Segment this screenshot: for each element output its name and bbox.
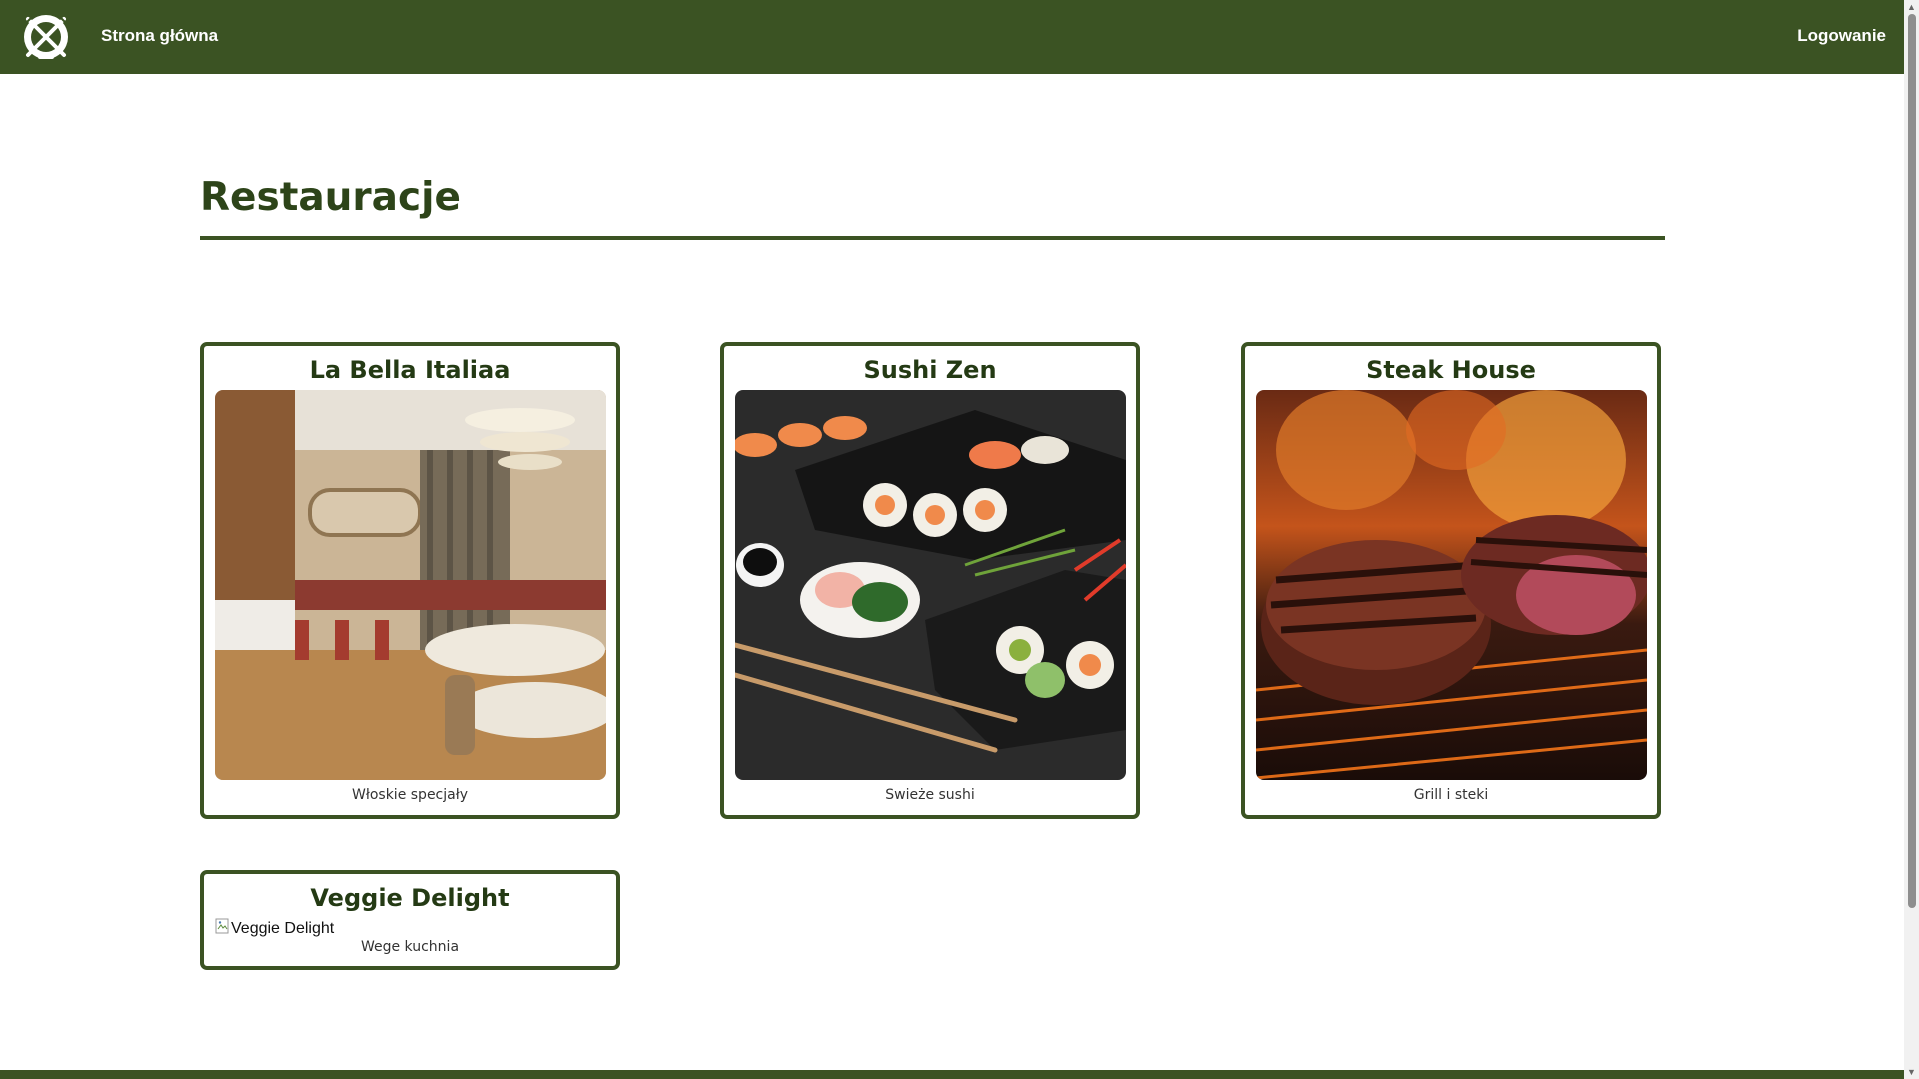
restaurant-description: Wege kuchnia: [360, 939, 460, 955]
nav-login-link[interactable]: Logowanie: [1797, 26, 1886, 46]
restaurant-name: Veggie Delight: [310, 884, 510, 912]
nav-home-link[interactable]: Strona główna: [101, 26, 218, 46]
restaurant-name: Sushi Zen: [863, 356, 997, 384]
restaurant-image[interactable]: [735, 390, 1126, 780]
restaurant-name: La Bella Italiaa: [309, 356, 511, 384]
restaurant-image[interactable]: [215, 390, 606, 780]
footer-bar: [0, 1070, 1904, 1079]
page-title: Restauracje: [200, 175, 461, 220]
scrollbar-thumb[interactable]: [1908, 14, 1916, 908]
restaurant-image-broken[interactable]: Veggie Delight: [215, 918, 334, 939]
restaurant-name: Steak House: [1366, 356, 1536, 384]
restaurant-description: Grill i steki: [1413, 787, 1489, 803]
crossed-utensils-logo-icon[interactable]: [18, 9, 74, 65]
top-navbar: Strona główna Logowanie: [0, 0, 1904, 74]
broken-image-icon: [215, 918, 229, 939]
restaurant-card-steak-house[interactable]: Steak House Grill i steki: [1241, 342, 1661, 819]
scroll-up-arrow-icon[interactable]: ▲: [1904, 0, 1919, 14]
restaurant-card-la-bella-italiaa[interactable]: La Bella Italiaa Włoskie specjały: [200, 342, 620, 819]
restaurant-card-veggie-delight[interactable]: Veggie Delight Veggie Delight Wege kuchn…: [200, 870, 620, 970]
restaurant-image[interactable]: [1256, 390, 1647, 780]
restaurant-description: Włoskie specjały: [352, 787, 468, 803]
title-divider: [200, 236, 1665, 240]
page-scrollbar[interactable]: ▲ ▼: [1904, 0, 1919, 1079]
restaurant-description: Swieże sushi: [885, 787, 975, 803]
broken-image-alt-text: Veggie Delight: [231, 919, 335, 937]
scroll-down-arrow-icon[interactable]: ▼: [1904, 1065, 1919, 1079]
restaurant-card-sushi-zen[interactable]: Sushi Zen Swieże sushi: [720, 342, 1140, 819]
